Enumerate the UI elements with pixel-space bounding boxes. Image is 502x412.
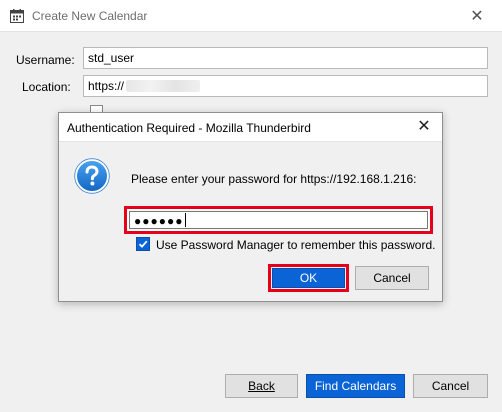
- question-icon: [74, 158, 110, 194]
- location-value: https://: [88, 79, 125, 93]
- password-highlight: ●●●●●●: [124, 206, 433, 234]
- back-button-label: Back: [248, 379, 275, 393]
- ok-highlight: OK: [268, 264, 349, 292]
- auth-cancel-button[interactable]: Cancel: [355, 266, 429, 290]
- username-field[interactable]: std_user: [83, 47, 488, 69]
- username-value: std_user: [88, 51, 135, 65]
- password-mask: ●●●●●●: [134, 214, 184, 228]
- password-input[interactable]: ●●●●●●: [129, 211, 428, 229]
- redacted-host: [126, 80, 201, 92]
- username-label: Username:: [16, 53, 75, 67]
- window-titlebar: Create New Calendar ✕: [0, 0, 502, 32]
- ok-button-label: OK: [299, 271, 318, 285]
- find-calendars-button[interactable]: Find Calendars: [306, 374, 405, 398]
- ok-button[interactable]: OK: [272, 268, 345, 288]
- auth-dialog-titlebar: Authentication Required - Mozilla Thunde…: [59, 113, 442, 142]
- auth-dialog-title: Authentication Required - Mozilla Thunde…: [67, 121, 311, 135]
- window-close-button[interactable]: ✕: [464, 6, 490, 28]
- back-button[interactable]: Back: [225, 374, 298, 398]
- calendar-icon: [10, 9, 24, 23]
- close-icon: ✕: [417, 118, 431, 135]
- remember-password-checkbox[interactable]: [136, 237, 150, 251]
- password-prompt: Please enter your password for https://1…: [131, 172, 417, 186]
- window-title: Create New Calendar: [32, 9, 148, 23]
- find-calendars-label: Find Calendars: [314, 379, 397, 393]
- auth-cancel-label: Cancel: [373, 271, 411, 285]
- cancel-button-label: Cancel: [431, 379, 470, 393]
- close-icon: ✕: [470, 8, 484, 25]
- auth-dialog: Authentication Required - Mozilla Thunde…: [58, 112, 443, 302]
- checkmark-icon: [138, 240, 148, 248]
- remember-password-label: Use Password Manager to remember this pa…: [156, 238, 436, 252]
- text-caret: [184, 213, 186, 227]
- location-field[interactable]: https://: [83, 75, 488, 97]
- location-label: Location:: [22, 80, 71, 94]
- auth-dialog-close-button[interactable]: ✕: [411, 116, 437, 138]
- cancel-button[interactable]: Cancel: [413, 374, 488, 398]
